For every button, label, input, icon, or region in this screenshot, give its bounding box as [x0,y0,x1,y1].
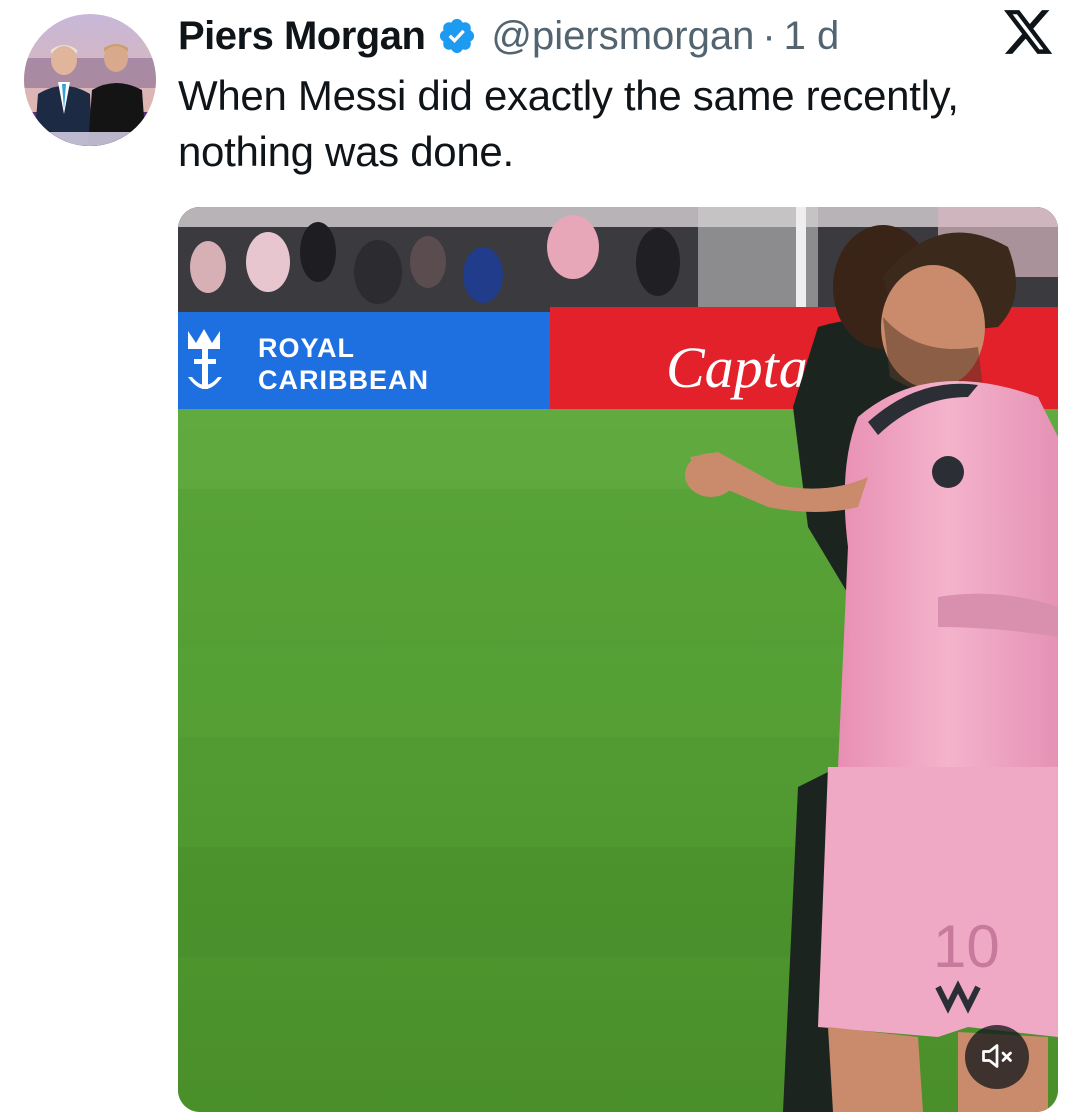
tweet-header: Piers Morgan @piersmorgan · 1 d [178,8,839,64]
jersey-number: 10 [933,913,1000,980]
avatar-photo [24,14,156,146]
author-display-name[interactable]: Piers Morgan [178,14,426,59]
author-handle[interactable]: @piersmorgan [491,14,754,59]
speaker-muted-icon [982,1044,1012,1068]
tweet-card: Piers Morgan @piersmorgan · 1 d When Mes… [0,0,1080,1112]
verified-badge-icon [437,16,477,56]
x-logo-icon[interactable] [1004,10,1054,56]
author-avatar[interactable] [24,14,156,146]
header-separator: · [762,13,776,58]
tweet-timestamp[interactable]: 1 d [784,14,840,59]
ad-text-royal: ROYAL [258,333,355,363]
tweet-video[interactable]: ROYAL CARIBBEAN Captain M 10 [178,207,1058,1112]
video-frame: ROYAL CARIBBEAN Captain M 10 [178,207,1058,1112]
mute-toggle-button[interactable] [965,1025,1029,1089]
tweet-text: When Messi did exactly the same recently… [178,72,959,175]
ad-text-caribbean: CARIBBEAN [258,365,429,395]
